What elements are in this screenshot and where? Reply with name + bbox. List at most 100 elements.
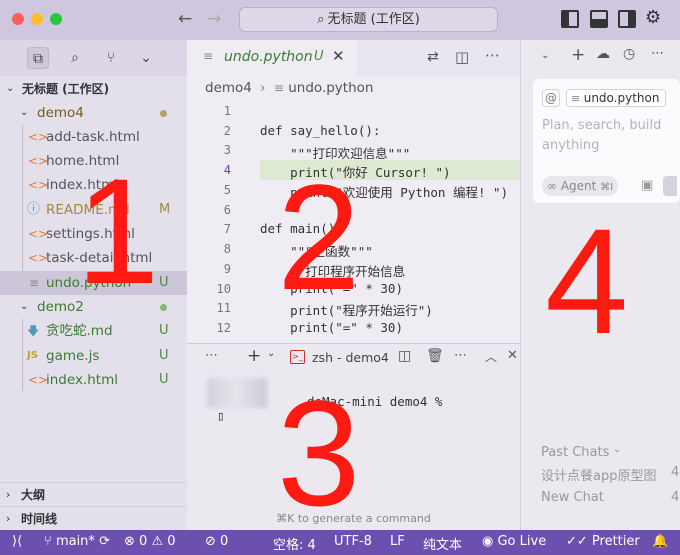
chevron-right-icon: › (260, 80, 266, 96)
back-button[interactable]: ← (178, 9, 192, 29)
forward-button[interactable]: → (207, 9, 221, 29)
file-add-task-html[interactable]: <> add-task.html (0, 125, 187, 149)
warning-icon: ⚠ (151, 534, 168, 549)
past-chat-item[interactable]: 设计点餐app原型图 4 (541, 465, 680, 484)
agent-mode-selector[interactable]: ∞ Agent ⌘I (542, 176, 619, 196)
chevron-down-icon[interactable]: ⌄ (267, 348, 275, 359)
more-actions-icon[interactable]: ⋯ (651, 46, 664, 61)
toggle-panel-icon[interactable] (590, 10, 608, 28)
gear-icon[interactable]: ⚙ (645, 7, 663, 28)
chevron-right-icon: › (6, 512, 11, 525)
antenna-icon: ⊘ (205, 534, 221, 549)
chevron-down-icon: ⌄ (6, 83, 15, 94)
modified-dot-icon (160, 110, 167, 117)
notifications-icon[interactable]: 🔔 (652, 534, 668, 549)
activity-bar: ⧉ ⌕ ⑂ ⌄ (0, 40, 187, 76)
past-chat-item[interactable]: New Chat 4 (541, 490, 680, 505)
timeline-section-header[interactable]: › 时间线 (0, 506, 187, 530)
info-icon: ⓘ (27, 202, 41, 217)
more-actions-icon[interactable]: ⋯ (485, 46, 500, 64)
toggle-primary-sidebar-icon[interactable] (561, 10, 579, 28)
go-live-button[interactable]: ◉ Go Live (482, 534, 546, 549)
ports-status[interactable]: ⊘ 0 (205, 534, 228, 549)
git-untracked-badge: U (159, 372, 169, 387)
more-actions-icon[interactable]: ⋯ (205, 348, 218, 363)
annotation-number: 4 (545, 197, 629, 365)
git-untracked-badge: U (314, 49, 324, 64)
new-terminal-icon[interactable]: + (247, 346, 261, 366)
branch-status[interactable]: ⑂ main* ⟳ (44, 534, 110, 549)
broadcast-icon: ◉ (482, 534, 498, 549)
title-bar: ← → ⌕ 无标题 (工作区) ⚙ (0, 0, 680, 40)
sync-icon: ⟳ (99, 534, 110, 549)
chevron-up-icon[interactable]: ︿ (485, 348, 497, 365)
split-terminal-icon[interactable]: ◫ (398, 348, 411, 364)
file-snake-md[interactable]: 🡇 贪吃蛇.md U (0, 319, 187, 343)
code-line: print("=" * 30) (260, 320, 403, 335)
untracked-dot-icon (160, 304, 167, 311)
git-untracked-badge: U (159, 275, 169, 290)
search-icon: ⌕ (317, 12, 325, 27)
folder-demo4[interactable]: ⌄ demo4 (0, 101, 187, 125)
js-icon: JS (27, 350, 38, 361)
close-window-button[interactable] (12, 13, 24, 25)
command-center-search[interactable]: ⌕ 无标题 (工作区) (239, 7, 498, 32)
double-check-icon: ✓✓ (566, 534, 592, 549)
annotation-number: 3 (277, 369, 361, 537)
annotation-number: 1 (76, 147, 160, 315)
markdown-icon: 🡇 (27, 324, 40, 338)
workspace-header[interactable]: ⌄ 无标题 (工作区) (0, 77, 187, 101)
remote-icon[interactable]: ⟩⟨ (12, 534, 22, 549)
terminal-icon: >_ (290, 350, 305, 364)
file-demo2-index-html[interactable]: <> index.html U (0, 368, 187, 392)
window-title: 无标题 (工作区) (327, 12, 420, 27)
annotation-number: 2 (277, 153, 361, 321)
minimize-window-button[interactable] (31, 13, 43, 25)
infinity-icon: ∞ (547, 179, 561, 193)
tab-undo-python[interactable]: ≡ undo.python U ✕ (187, 40, 357, 76)
chat-input[interactable]: Plan, search, build anything (542, 116, 672, 156)
language-mode-status[interactable]: 纯文本 (423, 534, 462, 553)
code-line: def say_hello(): (260, 123, 381, 138)
image-icon[interactable]: ▣ (641, 178, 653, 193)
chat-input-card[interactable]: @ ≡ undo.python Plan, search, build anyt… (533, 79, 680, 203)
git-modified-badge: M (159, 202, 171, 217)
file-lines-icon: ≡ (571, 92, 584, 105)
file-lines-icon: ≡ (203, 49, 214, 63)
outline-section-header[interactable]: › 大纲 (0, 482, 187, 506)
chevron-down-icon[interactable]: ⌄ (135, 47, 157, 69)
close-icon[interactable]: ✕ (507, 348, 518, 363)
eol-status[interactable]: LF (390, 534, 405, 549)
file-game-js[interactable]: JS game.js U (0, 344, 187, 368)
search-view-icon[interactable]: ⌕ (64, 47, 86, 69)
trash-icon[interactable]: 🗑 (426, 348, 444, 364)
branch-icon: ⑂ (44, 534, 56, 549)
breadcrumb: demo4 › ≡ undo.python (205, 80, 374, 96)
more-actions-icon[interactable]: ⋯ (454, 348, 467, 363)
terminal-tab[interactable]: zsh - demo4 (312, 350, 389, 365)
send-button[interactable] (663, 176, 677, 196)
history-icon[interactable]: ◷ (623, 46, 635, 62)
chevron-down-icon: ⌄ (613, 444, 622, 455)
chevron-down-icon[interactable]: ⌄ (541, 50, 549, 61)
source-control-icon[interactable]: ⑂ (100, 47, 122, 69)
error-icon: ⊗ (124, 534, 140, 549)
git-untracked-badge: U (159, 348, 169, 363)
mention-icon[interactable]: @ (542, 89, 560, 107)
past-chats-header[interactable]: Past Chats (541, 445, 609, 460)
prettier-status[interactable]: ✓✓ Prettier (566, 534, 640, 549)
context-file-pill[interactable]: ≡ undo.python (566, 89, 667, 107)
split-editor-icon[interactable]: ◫ (455, 48, 469, 66)
problems-status[interactable]: ⊗ 0 ⚠ 0 (124, 534, 176, 549)
zoom-window-button[interactable] (50, 13, 62, 25)
chevron-down-icon: ⌄ (20, 301, 29, 312)
cloud-icon[interactable]: ☁ (596, 46, 610, 62)
compare-changes-icon[interactable]: ⇄ (427, 49, 439, 65)
close-icon[interactable]: ✕ (332, 47, 345, 65)
redacted-region (207, 378, 267, 408)
file-lines-icon: ≡ (273, 81, 284, 95)
new-chat-icon[interactable]: + (571, 45, 585, 65)
toggle-secondary-sidebar-icon[interactable] (618, 10, 636, 28)
file-lines-icon: ≡ (29, 276, 40, 290)
explorer-icon[interactable]: ⧉ (27, 47, 49, 69)
